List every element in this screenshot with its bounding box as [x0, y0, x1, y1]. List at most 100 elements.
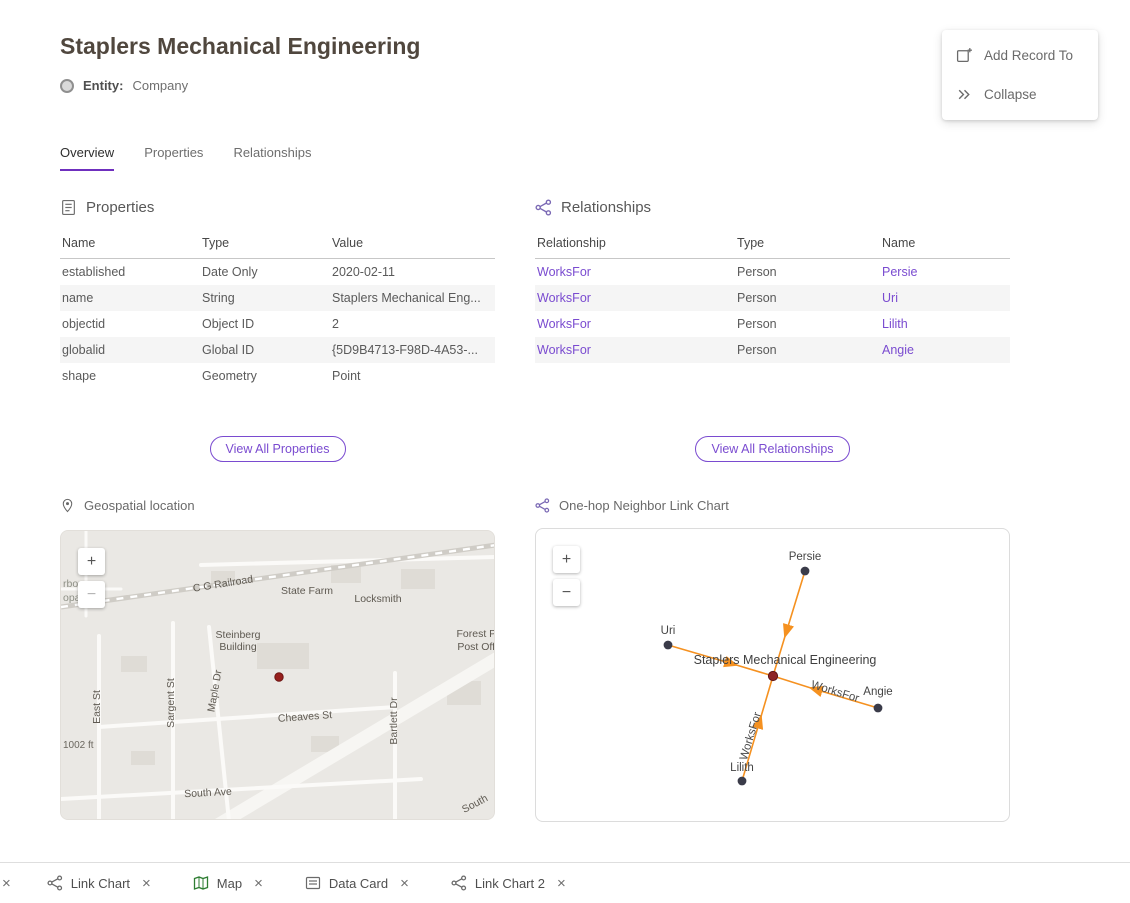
relationships-section-header: Relationships: [535, 199, 651, 216]
node-persie[interactable]: [801, 567, 810, 576]
rel-type: Person: [735, 285, 880, 311]
related-entity-link[interactable]: Angie: [882, 343, 914, 357]
col-value: Value: [330, 228, 495, 259]
view-tab-map[interactable]: Map ×: [177, 863, 279, 903]
prop-value: Point: [330, 363, 495, 389]
close-tab-icon[interactable]: ×: [557, 875, 566, 892]
table-row: established Date Only 2020-02-11: [60, 259, 495, 286]
menu-item-collapse[interactable]: Collapse: [942, 75, 1098, 114]
entity-value: Company: [132, 78, 188, 93]
map-zoom-controls: + −: [78, 548, 105, 608]
prop-type: Global ID: [200, 337, 330, 363]
properties-section-header: Properties: [60, 199, 154, 216]
edge-label: WorksFor: [810, 679, 861, 705]
link-chart-section-title: One-hop Neighbor Link Chart: [559, 498, 729, 513]
map-pin-icon: [60, 498, 75, 513]
zoom-in-button[interactable]: +: [78, 548, 105, 575]
prop-name: shape: [60, 363, 200, 389]
node-label: Uri: [661, 625, 676, 637]
prop-value: Staplers Mechanical Eng...: [330, 285, 495, 311]
relationships-icon: [535, 199, 552, 216]
col-relationship: Relationship: [535, 228, 735, 259]
prop-name: objectid: [60, 311, 200, 337]
node-uri[interactable]: [664, 641, 673, 650]
map-marker[interactable]: [275, 673, 283, 681]
col-type: Type: [735, 228, 880, 259]
geospatial-section-header: Geospatial location: [60, 498, 195, 513]
prop-value: {5D9B4713-F98D-4A53-...: [330, 337, 495, 363]
link-chart-graphics: Persie Uri Angie Lilith Staplers Mechani…: [536, 529, 1009, 821]
related-entity-link[interactable]: Uri: [882, 291, 898, 305]
prop-type: Object ID: [200, 311, 330, 337]
map-label: Bartlett Dr: [388, 697, 400, 744]
col-name: Name: [60, 228, 200, 259]
related-entity-link[interactable]: Lilith: [882, 317, 908, 331]
close-tab-icon[interactable]: ×: [254, 875, 263, 892]
properties-table: Name Type Value established Date Only 20…: [60, 228, 495, 389]
menu-item-label: Collapse: [984, 87, 1037, 102]
link-chart-canvas[interactable]: Persie Uri Angie Lilith Staplers Mechani…: [535, 528, 1010, 822]
zoom-out-button[interactable]: −: [78, 581, 105, 608]
col-name: Name: [880, 228, 1010, 259]
zoom-out-button[interactable]: −: [553, 579, 580, 606]
menu-item-add-record-to[interactable]: Add Record To: [942, 36, 1098, 75]
properties-section-title: Properties: [86, 199, 154, 216]
col-type: Type: [200, 228, 330, 259]
link-chart-icon: [535, 498, 550, 513]
tab-properties[interactable]: Properties: [144, 145, 203, 171]
view-tab-data-card[interactable]: Data Card ×: [289, 863, 425, 903]
map-label: State Farm: [281, 585, 333, 597]
center-node-label: Staplers Mechanical Engineering: [694, 653, 877, 667]
relationship-link[interactable]: WorksFor: [537, 343, 591, 357]
table-row: name String Staplers Mechanical Eng...: [60, 285, 495, 311]
zoom-in-button[interactable]: +: [553, 546, 580, 573]
node-label: Angie: [863, 686, 892, 698]
map-graphics: [61, 531, 495, 820]
view-all-relationships-button[interactable]: View All Relationships: [695, 436, 849, 462]
close-tab-icon[interactable]: ×: [142, 875, 151, 892]
link-chart-icon: [451, 875, 467, 891]
map-label: East St: [91, 690, 103, 724]
tab-relationships[interactable]: Relationships: [233, 145, 311, 171]
chart-zoom-controls: + −: [553, 546, 580, 606]
view-tab-link-chart-2[interactable]: Link Chart 2 ×: [435, 863, 582, 903]
node-label: Persie: [789, 551, 822, 563]
relationships-table-header: Relationship Type Name: [535, 228, 1010, 259]
data-card-icon: [305, 875, 321, 891]
add-record-icon: [956, 47, 973, 64]
prop-name: established: [60, 259, 200, 286]
entity-label: Entity:: [83, 78, 123, 93]
relationships-table: Relationship Type Name WorksFor Person P…: [535, 228, 1010, 363]
geospatial-section-title: Geospatial location: [84, 498, 195, 513]
prop-type: String: [200, 285, 330, 311]
prop-name: globalid: [60, 337, 200, 363]
related-entity-link[interactable]: Persie: [882, 265, 917, 279]
node-lilith[interactable]: [738, 777, 747, 786]
relationship-link[interactable]: WorksFor: [537, 265, 591, 279]
view-tab-label: Map: [217, 876, 242, 891]
table-row: WorksFor Person Uri: [535, 285, 1010, 311]
node-center[interactable]: [768, 671, 777, 680]
node-label: Lilith: [730, 762, 754, 774]
map-icon: [193, 875, 209, 891]
context-menu: Add Record To Collapse: [942, 30, 1098, 120]
view-tab-link-chart[interactable]: Link Chart ×: [31, 863, 167, 903]
table-row: shape Geometry Point: [60, 363, 495, 389]
view-tab-bar: × Link Chart × Map × Data Card × Link Ch…: [0, 862, 1130, 903]
node-angie[interactable]: [874, 704, 883, 713]
edge-label: WorksFor: [738, 711, 764, 762]
map-label: Steinberg: [216, 629, 261, 641]
close-tab-icon[interactable]: ×: [400, 875, 409, 892]
relationship-link[interactable]: WorksFor: [537, 291, 591, 305]
map-canvas[interactable]: rbour opaedics C G Railroad State Farm L…: [60, 530, 495, 820]
table-row: WorksFor Person Angie: [535, 337, 1010, 363]
tab-overview[interactable]: Overview: [60, 145, 114, 171]
properties-table-header: Name Type Value: [60, 228, 495, 259]
close-tab-icon[interactable]: ×: [0, 875, 21, 892]
rel-type: Person: [735, 337, 880, 363]
link-chart-icon: [47, 875, 63, 891]
table-row: globalid Global ID {5D9B4713-F98D-4A53-.…: [60, 337, 495, 363]
view-all-properties-button[interactable]: View All Properties: [210, 436, 346, 462]
card-tabs: Overview Properties Relationships: [60, 145, 311, 171]
relationship-link[interactable]: WorksFor: [537, 317, 591, 331]
